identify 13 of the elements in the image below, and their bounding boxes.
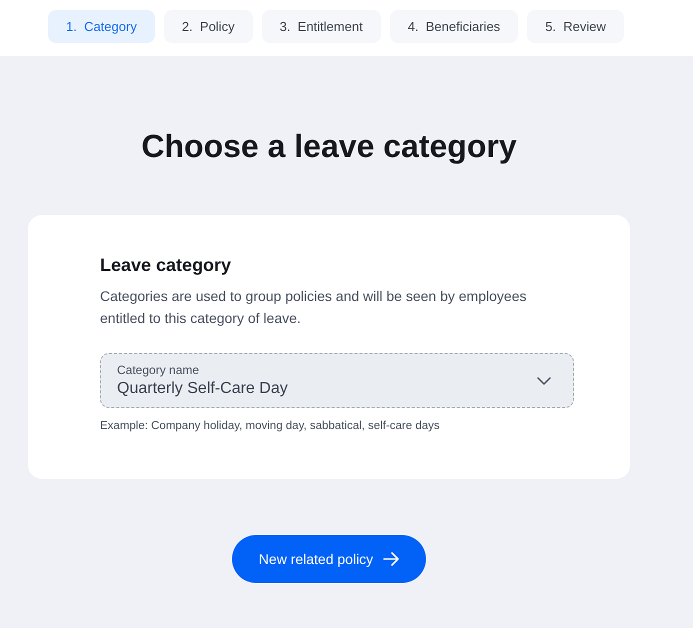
new-related-policy-button[interactable]: New related policy — [232, 535, 426, 583]
step-tab[interactable]: 3. Entitlement — [262, 10, 381, 43]
step-tab[interactable]: 5. Review — [527, 10, 624, 43]
step-tab[interactable]: 2. Policy — [164, 10, 253, 43]
chevron-down-icon — [537, 376, 551, 384]
category-select[interactable]: Category name Quarterly Self-Care Day — [100, 353, 574, 408]
arrow-right-icon — [383, 552, 400, 566]
card-title: Leave category — [100, 255, 232, 276]
step-tab[interactable]: 1. Category — [48, 10, 155, 43]
page-heading: Choose a leave category — [140, 128, 518, 165]
field-hint: Example: Company holiday, moving day, sabbatical, self-care days — [100, 420, 441, 432]
step-tab[interactable]: 4. Beneficiaries — [390, 10, 518, 43]
card-description: Categories are used to group policies and will be seen by employees entitled to this category of leave. — [100, 287, 528, 328]
